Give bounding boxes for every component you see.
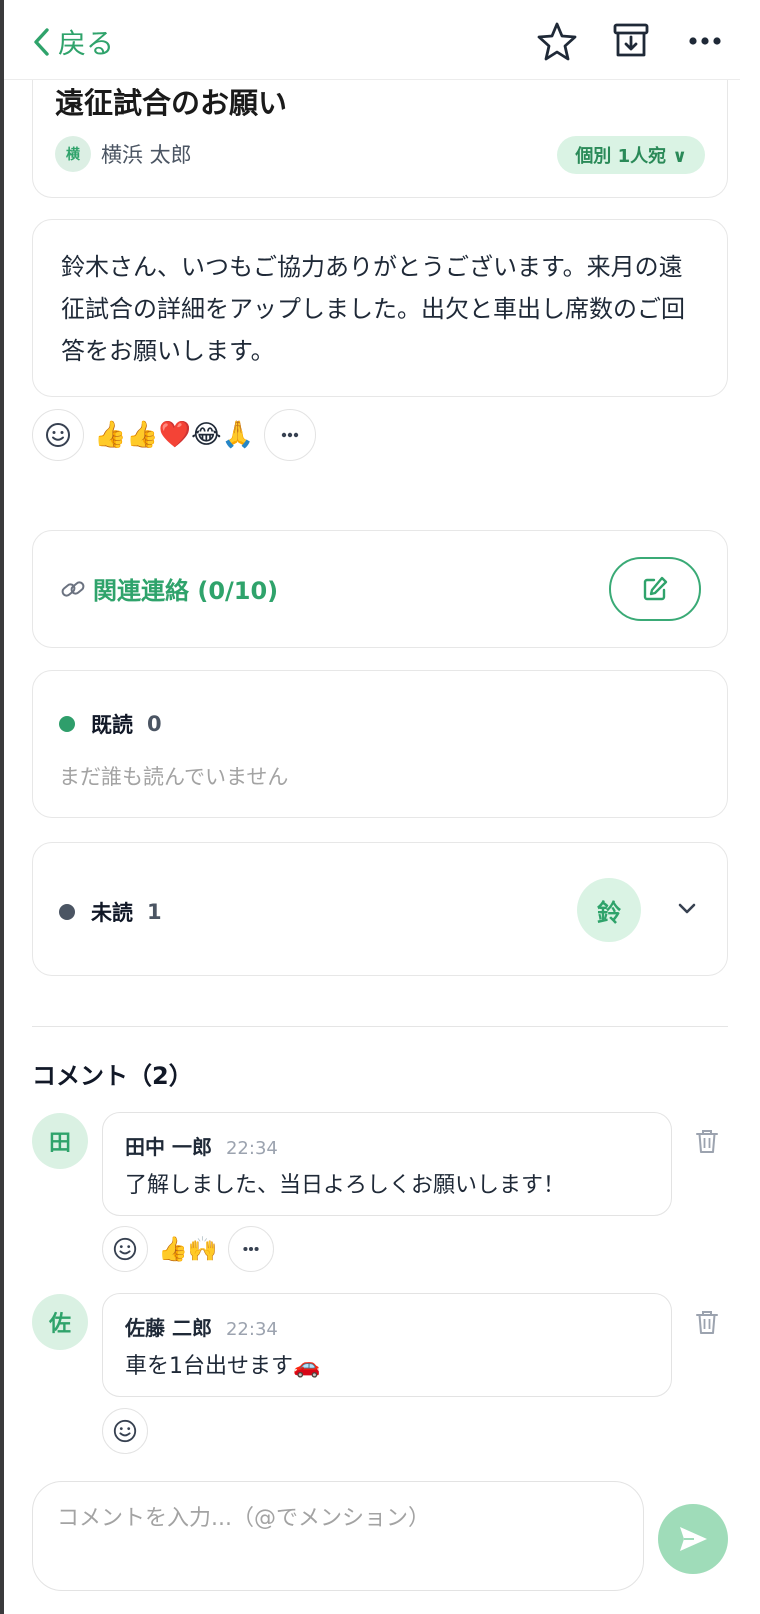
comment-author-name: 佐藤 二郎 (125, 1316, 212, 1340)
comment-text: 車を1台出せます🚗 (125, 1354, 321, 1379)
related-label: 関連連絡 (0/10) (93, 577, 279, 605)
more-button[interactable] (684, 20, 726, 62)
comment-text: 了解しました、当日よろしくお願いします！ (125, 1173, 566, 1198)
send-icon (680, 1527, 707, 1551)
comment-author: 田中 一郎 22:34 (125, 1131, 278, 1160)
more-horizontal-icon (243, 1246, 259, 1252)
unread-member-avatar[interactable]: 鈴 (577, 878, 641, 942)
message-body-card: 鈴木さん、いつもご協力ありがとうございます。来月の遠征試合の詳細をアップしました… (32, 219, 728, 397)
related-messages-link[interactable]: 関連連絡 (0/10) (59, 571, 278, 606)
smile-icon (113, 1419, 137, 1443)
comment-author-name: 田中 一郎 (125, 1135, 212, 1159)
star-icon (537, 22, 577, 61)
comment-avatar: 佐 (32, 1294, 88, 1350)
send-button[interactable] (658, 1504, 728, 1574)
read-label: 既読 (91, 713, 133, 737)
message-header-card: 遠征試合のお願い 横 横浜 太郎 個別 1人宛 ∨ (32, 62, 728, 198)
archive-button[interactable] (610, 20, 652, 62)
add-reaction-button[interactable] (102, 1408, 148, 1454)
back-button[interactable]: 戻る (30, 22, 114, 62)
read-empty-note: まだ誰も読んでいません (59, 765, 289, 789)
favorite-button[interactable] (536, 20, 578, 62)
comment-author: 佐藤 二郎 22:34 (125, 1312, 278, 1341)
archive-icon (613, 23, 649, 57)
more-horizontal-icon (689, 37, 721, 45)
recipient-dropdown[interactable]: 個別 1人宛 ∨ (557, 136, 705, 174)
trash-icon[interactable] (692, 1307, 722, 1337)
more-reactions-button[interactable] (227, 1226, 274, 1272)
comment-reactions (102, 1408, 148, 1454)
reaction-emojis[interactable]: 👍👍❤️😂🙏 (94, 420, 254, 450)
author-name: 横浜 太郎 (101, 143, 192, 167)
add-related-button[interactable] (609, 557, 701, 621)
app: 戻る 遠征試合のお願い 横 横浜 太郎 個別 1人宛 ∨ 鈴木さん、いつもご協力… (0, 0, 760, 1614)
comment-avatar: 田 (32, 1113, 88, 1169)
comment-reaction-emojis[interactable]: 👍🙌 (158, 1235, 218, 1263)
comment-bubble: 田中 一郎 22:34 了解しました、当日よろしくお願いします！ (102, 1112, 672, 1216)
comment-input[interactable] (57, 1498, 617, 1538)
message-reactions: 👍👍❤️😂🙏 (32, 408, 316, 462)
add-reaction-button[interactable] (32, 409, 84, 461)
read-dot (59, 716, 75, 732)
author: 横 横浜 太郎 (55, 136, 192, 172)
chevron-down-icon[interactable] (673, 895, 701, 923)
window-edge (0, 0, 4, 1614)
unread-status-card[interactable]: 未読 1 鈴 (32, 842, 728, 976)
comment-reactions: 👍🙌 (102, 1226, 274, 1272)
smile-icon (113, 1237, 137, 1261)
add-reaction-button[interactable] (102, 1226, 148, 1272)
comments-title: コメント（2） (32, 1062, 193, 1090)
message-body: 鈴木さん、いつもご協力ありがとうございます。来月の遠征試合の詳細をアップしました… (61, 253, 685, 365)
divider (32, 1026, 728, 1027)
author-avatar: 横 (55, 136, 91, 172)
related-messages-card: 関連連絡 (0/10) (32, 530, 728, 648)
edit-icon (643, 576, 668, 601)
comment-time: 22:34 (225, 1138, 278, 1159)
message-title: 遠征試合のお願い (55, 86, 288, 120)
header: 戻る (4, 0, 740, 80)
more-horizontal-icon (281, 432, 299, 438)
read-status-card: 既読 0 まだ誰も読んでいません (32, 670, 728, 818)
window-margin (740, 0, 760, 1614)
unread-label: 未読 (91, 901, 133, 925)
read-count: 0 (147, 712, 162, 736)
more-reactions-button[interactable] (263, 409, 316, 461)
back-label: 戻る (58, 27, 115, 60)
comment-bubble: 佐藤 二郎 22:34 車を1台出せます🚗 (102, 1293, 672, 1397)
link-icon (61, 580, 85, 597)
unread-row: 未読 1 (59, 897, 162, 927)
unread-dot (59, 904, 75, 920)
comment-composer (32, 1481, 644, 1591)
comment-time: 22:34 (225, 1319, 278, 1340)
unread-count: 1 (147, 900, 162, 924)
smile-icon (46, 423, 70, 447)
read-row: 既読 0 (59, 709, 162, 739)
trash-icon[interactable] (692, 1126, 722, 1156)
chevron-left-icon (34, 28, 49, 56)
